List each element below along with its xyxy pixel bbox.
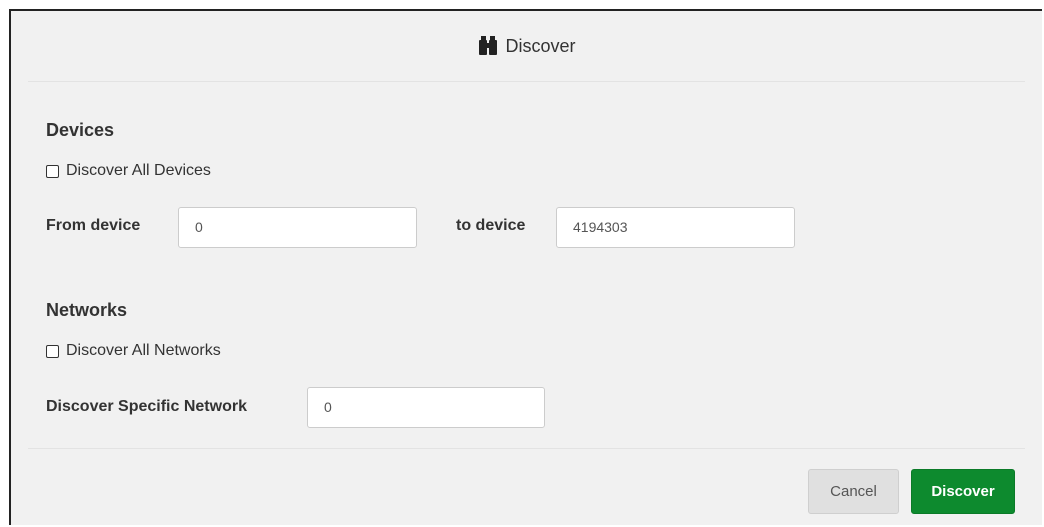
dialog-body: Devices Discover All Devices From device… [11, 82, 1042, 448]
dialog-header: Discover [28, 11, 1025, 82]
dialog-title: Discover [477, 35, 576, 57]
discover-specific-network-label: Discover Specific Network [46, 398, 247, 415]
discover-specific-network-input[interactable]: 0 [307, 387, 545, 428]
binoculars-icon [477, 36, 499, 56]
discover-button[interactable]: Discover [911, 469, 1015, 514]
networks-heading: Networks [46, 300, 128, 320]
from-device-label: From device [46, 217, 141, 234]
to-device-label: to device [456, 217, 526, 234]
dialog-title-text: Discover [505, 35, 576, 56]
to-device-input[interactable]: 4194303 [556, 207, 795, 248]
dialog-footer-divider [28, 448, 1025, 449]
discover-all-networks-row[interactable]: Discover All Networks [46, 342, 221, 360]
discover-all-devices-label: Discover All Devices [66, 162, 211, 179]
discover-all-devices-checkbox[interactable] [46, 164, 59, 178]
from-device-input[interactable]: 0 [178, 207, 417, 248]
cancel-button[interactable]: Cancel [808, 469, 899, 514]
discover-all-devices-row[interactable]: Discover All Devices [46, 162, 211, 180]
discover-all-networks-checkbox[interactable] [46, 344, 59, 358]
devices-heading: Devices [46, 120, 115, 140]
discover-dialog: Discover Devices Discover All Devices Fr… [9, 9, 1042, 525]
discover-all-networks-label: Discover All Networks [66, 342, 221, 359]
